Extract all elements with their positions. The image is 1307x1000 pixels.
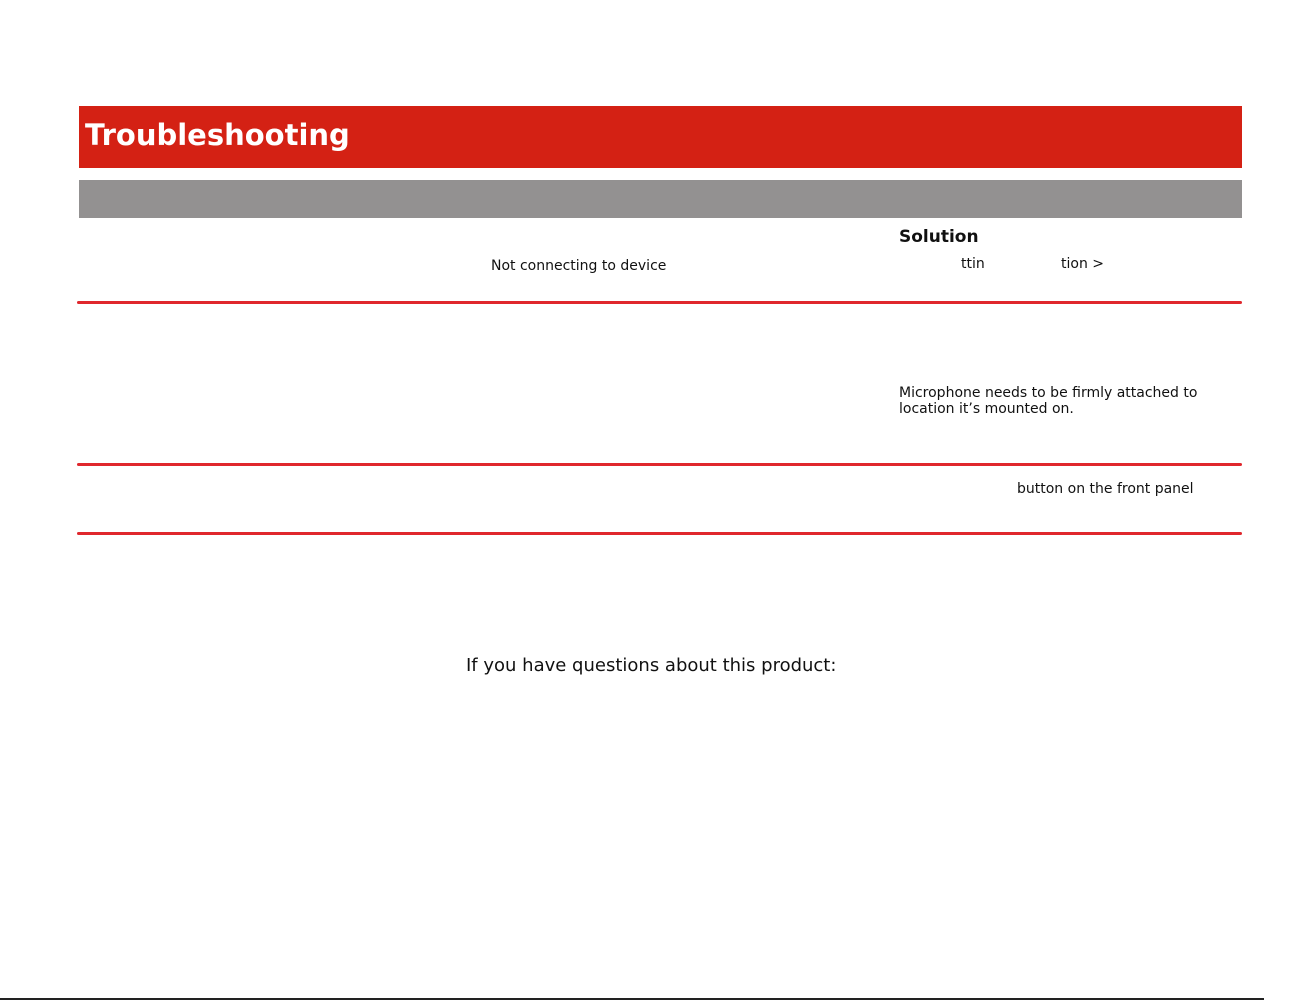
solution-fragment-row-1b: tion > bbox=[1061, 256, 1104, 272]
solution-fragment-row-1a: ttin bbox=[961, 256, 985, 272]
problem-text-row-1: Not connecting to device bbox=[491, 258, 667, 274]
row-divider-2 bbox=[77, 463, 1242, 466]
title-bar: Troubleshooting bbox=[79, 106, 1242, 168]
row-divider-1 bbox=[77, 301, 1242, 304]
questions-prompt: If you have questions about this product… bbox=[466, 655, 837, 676]
solution-text-row-2: Microphone needs to be firmly attached t… bbox=[899, 385, 1198, 417]
solution-heading: Solution bbox=[899, 227, 979, 247]
table-header-bar bbox=[79, 180, 1242, 218]
solution-text-row-3: button on the front panel bbox=[1017, 481, 1194, 497]
row-divider-3 bbox=[77, 532, 1242, 535]
page-title: Troubleshooting bbox=[85, 118, 350, 152]
